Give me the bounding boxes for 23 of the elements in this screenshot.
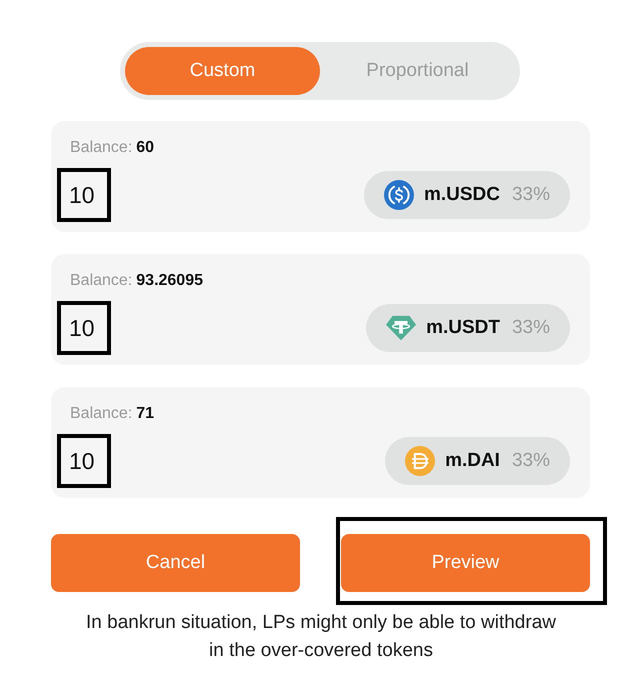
balance-value: 93.26095	[136, 272, 203, 290]
warning-note: In bankrun situation, LPs might only be able to withdraw in the over-covered tokens	[86, 611, 556, 663]
balance-value: 71	[136, 405, 154, 423]
amount-input[interactable]: 10	[57, 301, 111, 355]
gem-t-icon	[386, 313, 416, 343]
token-symbol: m.USDT	[426, 317, 500, 339]
action-button[interactable]: Preview	[341, 534, 590, 592]
amount-input[interactable]: 10	[57, 434, 111, 488]
token-share: 33%	[512, 450, 550, 472]
mode-tab[interactable]: Proportional	[320, 47, 515, 95]
action-button[interactable]: Cancel	[51, 534, 300, 592]
token-share: 33%	[512, 184, 550, 206]
dollar-coin-icon	[384, 180, 414, 210]
token-share: 33%	[512, 317, 550, 339]
balance-value: 60	[136, 139, 154, 157]
mode-tab[interactable]: Custom	[125, 47, 320, 95]
amount-input[interactable]: 10	[57, 168, 111, 222]
token-symbol: m.USDC	[424, 184, 500, 206]
balance-label: Balance:	[70, 405, 132, 423]
token-symbol: m.DAI	[445, 450, 500, 472]
balance-label: Balance:	[70, 139, 132, 157]
balance-label: Balance:	[70, 272, 132, 290]
coin-d-icon	[405, 446, 436, 476]
